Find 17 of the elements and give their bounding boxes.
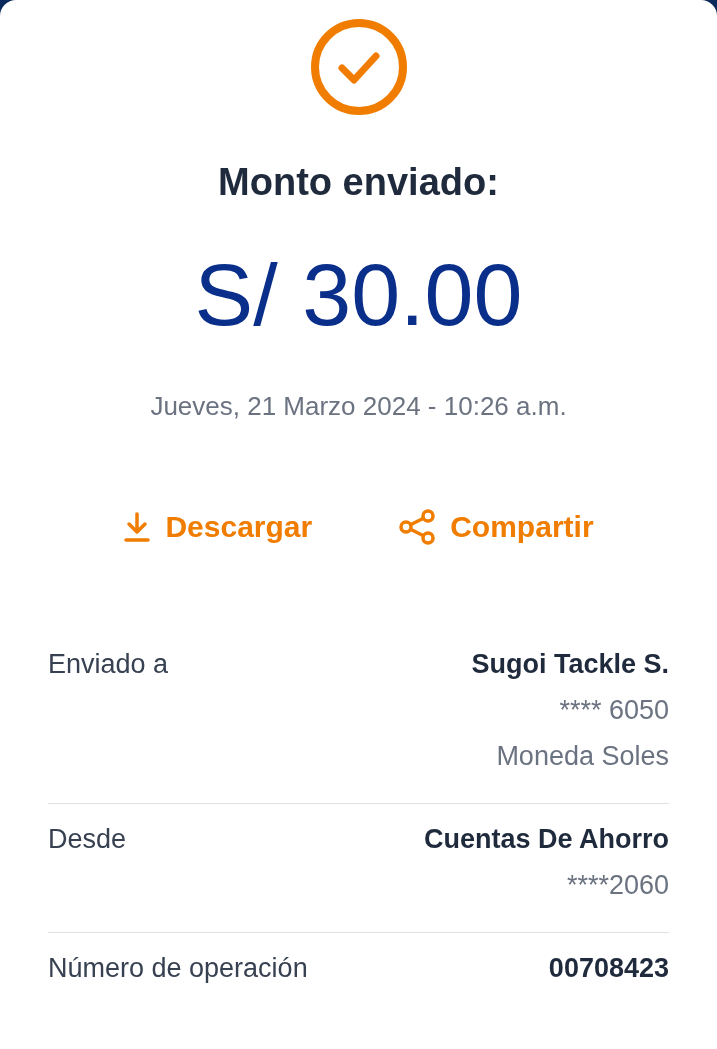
- detail-value: **** 6050: [559, 694, 669, 727]
- download-button[interactable]: Descargar: [123, 504, 313, 549]
- detail-value: 00708423: [548, 952, 669, 985]
- detail-value: Sugoi Tackle S.: [471, 648, 669, 681]
- detail-label: Desde: [48, 823, 127, 856]
- datetime: Jueves, 21 Marzo 2024 - 10:26 a.m.: [150, 390, 567, 423]
- share-icon: [398, 508, 437, 545]
- detail-value: Cuentas De Ahorro: [423, 823, 669, 856]
- title: Monto enviado:: [218, 160, 499, 205]
- download-icon: [123, 510, 152, 543]
- detail-value: Moneda Soles: [496, 740, 669, 773]
- share-button[interactable]: Compartir: [398, 504, 594, 549]
- checkmark-icon: [309, 18, 408, 116]
- detail-value: ****2060: [566, 869, 669, 902]
- detail-label: Enviado a: [48, 648, 169, 681]
- amount: S/ 30.00: [194, 251, 523, 339]
- detail-label: Número de operación: [48, 952, 308, 985]
